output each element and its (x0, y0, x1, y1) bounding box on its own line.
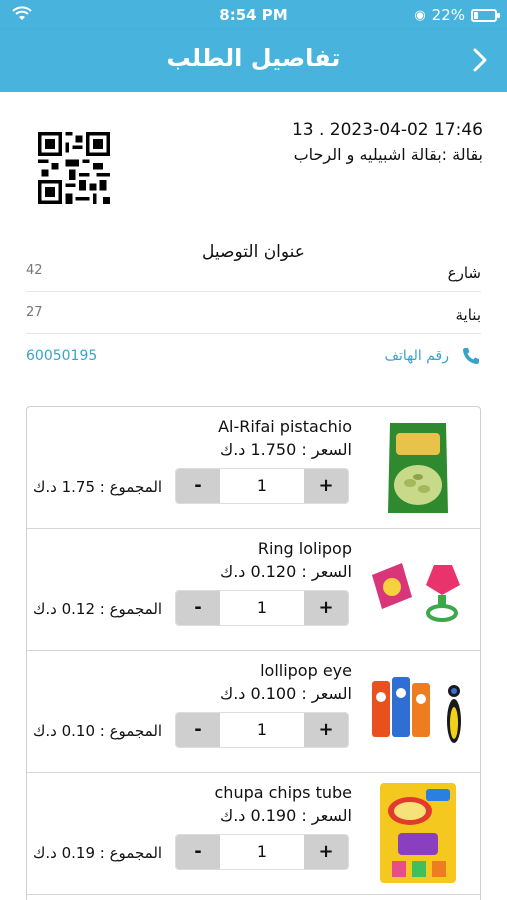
ring-lollipop-image (362, 535, 474, 641)
phone-number[interactable]: 60050195 (26, 348, 97, 364)
battery-icon (471, 8, 500, 22)
product-total: المجموع : 0.19 د.ك (33, 844, 163, 862)
street-label: شارع (447, 264, 481, 282)
pistachio-bag-image (362, 413, 474, 519)
status-right: ◉ 22% (414, 6, 500, 24)
quantity-stepper: - 1 + (175, 468, 349, 504)
building-label: بناية (455, 306, 482, 324)
quantity-stepper: - 1 + (175, 834, 349, 870)
nav-bar: تفاصيل الطلب (0, 30, 507, 92)
product-name: Ring lolipop (257, 539, 352, 558)
product-price: السعر : 0.190 د.ك (220, 806, 352, 825)
battery-percent: 22% (431, 6, 465, 24)
quantity-value: 1 (256, 598, 268, 617)
decrease-button[interactable]: - (176, 835, 220, 869)
product-name: chupa chips tube (214, 783, 353, 802)
page-title: تفاصيل الطلب (166, 44, 341, 72)
phone-row[interactable]: 60050195 رقم الهاتف (26, 344, 481, 374)
product-price: السعر : 0.100 د.ك (220, 684, 352, 703)
order-datetime: 13 . 2023-04-02 17:46 (291, 120, 483, 140)
increase-button[interactable]: + (304, 591, 348, 625)
phone-label: رقم الهاتف (384, 348, 449, 364)
chevron-right-icon[interactable] (469, 46, 491, 74)
street-value: 42 (26, 263, 43, 278)
lollipop-eye-image (362, 657, 474, 763)
product-total: المجموع : 0.10 د.ك (33, 722, 163, 740)
product-item: chupa chips tube السعر : 0.190 د.ك - 1 +… (27, 773, 480, 895)
qr-code (38, 132, 110, 204)
increase-button[interactable]: + (304, 469, 348, 503)
quantity-value: 1 (256, 476, 268, 495)
chupa-chups-tube-image (362, 779, 474, 885)
product-price: السعر : 0.120 د.ك (220, 562, 352, 581)
quantity-stepper: - 1 + (175, 590, 349, 626)
status-bar: 8:54 PM ◉ 22% (0, 0, 507, 30)
quantity-stepper: - 1 + (175, 712, 349, 748)
product-item: Ring lolipop السعر : 0.120 د.ك - 1 + الم… (27, 529, 480, 651)
phone-icon[interactable] (461, 346, 481, 366)
building-value: 27 (26, 305, 43, 320)
increase-button[interactable]: + (304, 713, 348, 747)
quantity-value: 1 (256, 842, 268, 861)
street-row: شارع 42 (26, 250, 481, 292)
increase-button[interactable]: + (304, 835, 348, 869)
order-details: 13 . 2023-04-02 17:46 بقالة :بقالة اشبيل… (0, 92, 507, 900)
product-name: Al-Rifai pistachio (218, 417, 352, 436)
product-total: المجموع : 1.75 د.ك (33, 478, 163, 496)
product-list: Al-Rifai pistachio السعر : 1.750 د.ك - 1… (26, 406, 481, 900)
product-name: lollipop eye (260, 661, 352, 680)
decrease-button[interactable]: - (176, 713, 220, 747)
orientation-lock-icon: ◉ (414, 7, 426, 23)
product-item: lollipop eye السعر : 0.100 د.ك - 1 + الم… (27, 651, 480, 773)
building-row: بناية 27 (26, 292, 481, 334)
store-name: بقالة :بقالة اشبيليه و الرحاب (293, 145, 483, 164)
decrease-button[interactable]: - (176, 591, 220, 625)
quantity-value: 1 (256, 720, 268, 739)
product-item: Al-Rifai pistachio السعر : 1.750 د.ك - 1… (27, 407, 480, 529)
product-total: المجموع : 0.12 د.ك (33, 600, 163, 618)
decrease-button[interactable]: - (176, 469, 220, 503)
product-price: السعر : 1.750 د.ك (220, 440, 352, 459)
